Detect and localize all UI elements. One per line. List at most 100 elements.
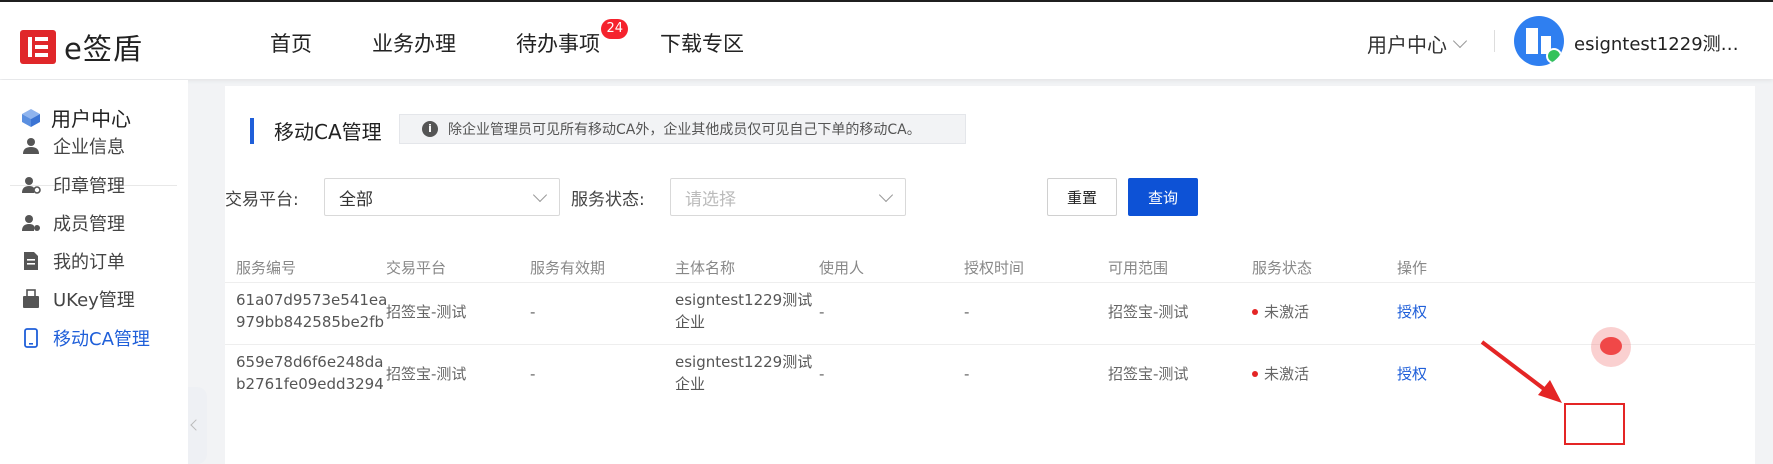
logo-text: e签盾 (64, 32, 143, 66)
user-name[interactable]: esigntest1229测试... (1574, 30, 1754, 56)
nav-todo-label: 待办事项 (516, 32, 600, 56)
service-id-line: 979bb842585be2fb (236, 313, 385, 331)
nav-download[interactable]: 下载专区 (660, 28, 744, 58)
sidebar-item-label: 成员管理 (53, 214, 125, 235)
validity-cell: - (530, 365, 536, 383)
service-id-line: 61a07d9573e541ea (236, 291, 388, 309)
column-header: 服务状态 (1252, 259, 1313, 277)
column-header: 交易平台 (386, 259, 447, 277)
notice-text: 除企业管理员可见所有移动CA外，企业其他成员仅可见自己下单的移动CA。 (448, 122, 921, 138)
document-icon (24, 252, 38, 270)
service-id-line: b2761fe09edd3294 (236, 375, 384, 393)
subject-line: 企业 (675, 375, 706, 393)
scope-cell: 招签宝-测试 (1108, 365, 1189, 383)
platform-select-value: 全部 (339, 189, 373, 210)
column-header: 服务编号 (236, 259, 297, 277)
verified-check-icon (1546, 48, 1562, 64)
sidebar-item-mobile-ca[interactable]: 移动CA管理 (21, 325, 150, 351)
status-text: 未激活 (1264, 365, 1310, 383)
member-icon (22, 215, 40, 231)
sidebar: 用户中心 企业信息 印章管理 成员管理 我的订单 UKey管理 移动CA管理 (0, 80, 188, 464)
sidebar-item-label: 移动CA管理 (53, 329, 150, 350)
reset-button[interactable]: 重置 (1047, 178, 1117, 216)
user-cell: - (819, 303, 825, 321)
page-title: 移动CA管理 (250, 116, 382, 145)
mobile-icon (24, 328, 38, 348)
nav-home[interactable]: 首页 (270, 28, 312, 58)
info-icon: i (422, 121, 438, 137)
service-id-line: 659e78d6f6e248da (236, 353, 384, 371)
auth-time-cell: - (964, 365, 970, 383)
logo[interactable]: e签盾 (20, 26, 143, 68)
platform-filter-label: 交易平台: (225, 190, 299, 210)
sidebar-title-label: 用户中心 (51, 107, 131, 131)
column-header: 使用人 (819, 259, 865, 277)
platform-cell: 招签宝-测试 (386, 303, 467, 321)
platform-select[interactable]: 全部 (324, 178, 560, 216)
chevron-down-icon (878, 187, 894, 203)
column-header: 操作 (1397, 259, 1428, 277)
notice-banner: i 除企业管理员可见所有移动CA外，企业其他成员仅可见自己下单的移动CA。 (399, 114, 966, 144)
authorize-link[interactable]: 授权 (1397, 363, 1427, 385)
chevron-down-icon (532, 187, 548, 203)
header-divider (1494, 30, 1495, 52)
sidebar-item-label: UKey管理 (53, 290, 135, 311)
status-cell: 未激活 (1252, 301, 1309, 323)
column-header: 服务有效期 (530, 259, 606, 277)
ukey-icon (23, 289, 39, 308)
subject-cell: esigntest1229测试 企业 (675, 351, 812, 395)
column-header: 主体名称 (675, 259, 736, 277)
logo-mark-icon (20, 30, 56, 64)
sidebar-title: 用户中心 (21, 103, 131, 132)
chevron-left-icon (190, 419, 202, 431)
status-cell: 未激活 (1252, 363, 1309, 385)
query-button[interactable]: 查询 (1128, 178, 1198, 216)
service-id-cell: 61a07d9573e541ea 979bb842585be2fb (236, 289, 387, 333)
column-header: 授权时间 (964, 259, 1025, 277)
chevron-down-icon (1452, 33, 1468, 48)
top-header: e签盾 首页 业务办理 待办事项 24 下载专区 用户中心 esigntest1… (0, 0, 1773, 79)
sidebar-item-seal[interactable]: 印章管理 (21, 172, 125, 198)
status-dot-icon (1252, 371, 1258, 377)
todo-count-badge: 24 (601, 19, 628, 39)
nav-business[interactable]: 业务办理 (372, 28, 456, 58)
status-dot-icon (1252, 309, 1258, 315)
status-select-placeholder: 请选择 (685, 189, 736, 210)
auth-time-cell: - (964, 303, 970, 321)
status-text: 未激活 (1264, 303, 1310, 321)
sidebar-item-label: 我的订单 (53, 252, 125, 273)
scope-cell: 招签宝-测试 (1108, 303, 1189, 321)
subject-line: 企业 (675, 313, 706, 331)
user-center-dropdown[interactable]: 用户中心 (1367, 29, 1468, 58)
seal-user-icon (22, 177, 41, 194)
sidebar-collapse-handle[interactable] (188, 387, 207, 464)
subject-line: esigntest1229测试 (675, 291, 813, 309)
status-select[interactable]: 请选择 (670, 178, 906, 216)
avatar[interactable] (1514, 16, 1564, 66)
sidebar-item-ukey[interactable]: UKey管理 (21, 286, 135, 312)
validity-cell: - (530, 303, 536, 321)
platform-cell: 招签宝-测试 (386, 365, 467, 383)
user-cell: - (819, 365, 825, 383)
table-row: 61a07d9573e541ea 979bb842585be2fb 招签宝-测试… (225, 282, 1755, 344)
subject-cell: esigntest1229测试 企业 (675, 289, 812, 333)
status-filter-label: 服务状态: (571, 190, 645, 210)
highlight-box (1564, 403, 1625, 445)
authorize-link[interactable]: 授权 (1397, 301, 1427, 323)
page-title-text: 移动CA管理 (274, 120, 382, 144)
click-indicator (1591, 327, 1631, 367)
title-accent-bar (250, 117, 254, 144)
subject-line: esigntest1229测试 (675, 353, 813, 371)
sidebar-item-company-info[interactable]: 企业信息 (21, 133, 125, 159)
sidebar-item-label: 企业信息 (53, 137, 125, 158)
sidebar-item-members[interactable]: 成员管理 (21, 210, 125, 236)
user-center-label: 用户中心 (1367, 33, 1447, 57)
service-id-cell: 659e78d6f6e248da b2761fe09edd3294 (236, 351, 384, 395)
nav-todo[interactable]: 待办事项 24 (516, 19, 628, 58)
table-header: 服务编号 交易平台 服务有效期 主体名称 使用人 授权时间 可用范围 服务状态 … (225, 249, 1755, 283)
sidebar-item-label: 印章管理 (53, 176, 125, 197)
sidebar-item-orders[interactable]: 我的订单 (21, 248, 125, 274)
column-header: 可用范围 (1108, 259, 1169, 277)
cube-icon (22, 108, 40, 127)
pointer-arrow-icon (1480, 340, 1562, 403)
